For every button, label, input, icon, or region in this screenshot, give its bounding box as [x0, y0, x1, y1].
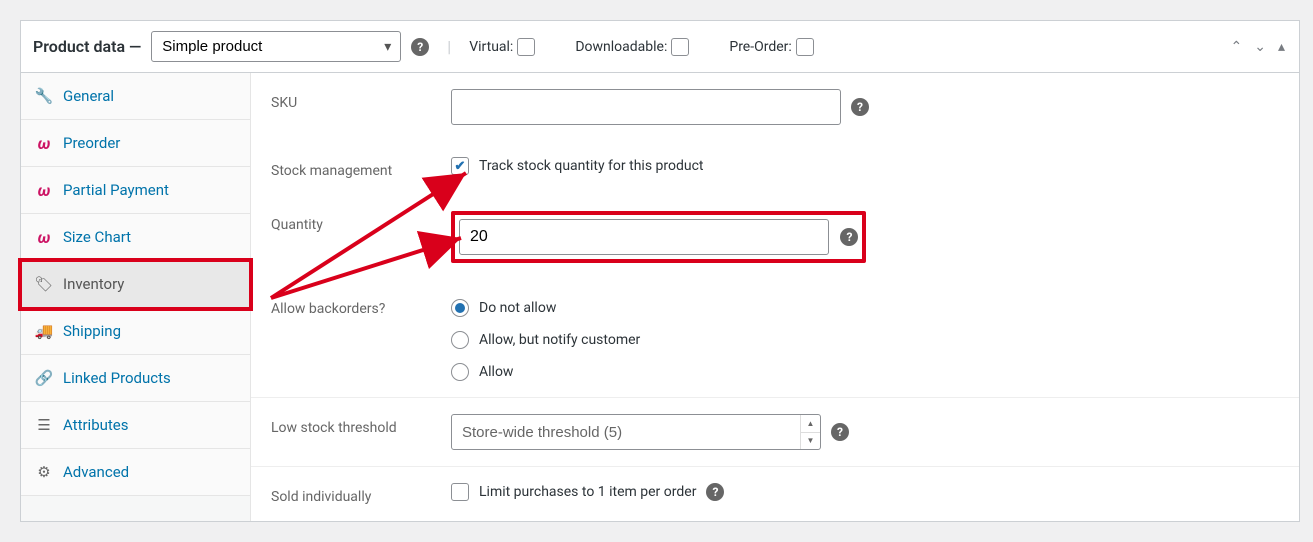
move-down-icon[interactable]: ⌄	[1252, 37, 1268, 57]
gear-icon: ⚙	[35, 463, 53, 481]
panel-header: Product data — Simple product ? | Virtua…	[21, 21, 1299, 73]
preorder-label: Pre-Order:	[729, 39, 791, 55]
brand-icon: ω	[35, 134, 53, 152]
tab-label: Partial Payment	[63, 181, 169, 199]
tab-linked-products[interactable]: 🔗 Linked Products	[21, 355, 250, 402]
tab-general[interactable]: 🔧 General	[21, 73, 250, 120]
tab-shipping[interactable]: 🚚 Shipping	[21, 308, 250, 355]
sold-indiv-label: Sold individually	[271, 483, 451, 505]
sold-indiv-checkbox[interactable]	[451, 483, 469, 501]
low-stock-input[interactable]	[451, 414, 821, 450]
tab-label: Inventory	[63, 275, 124, 293]
quantity-input[interactable]	[459, 219, 829, 255]
tab-label: Size Chart	[63, 228, 131, 246]
tabs-sidebar: 🔧 General ω Preorder ω Partial Payment ω…	[21, 73, 251, 521]
tag-icon: 🏷	[35, 275, 53, 293]
tab-label: General	[63, 87, 114, 105]
product-type-select[interactable]: Simple product	[151, 31, 401, 62]
help-icon[interactable]: ?	[411, 38, 429, 56]
quantity-highlight-box: ?	[451, 211, 866, 263]
brand-icon: ω	[35, 228, 53, 246]
help-icon[interactable]: ?	[706, 483, 724, 501]
tab-label: Shipping	[63, 322, 121, 340]
sold-indiv-text: Limit purchases to 1 item per order	[479, 484, 696, 500]
downloadable-label: Downloadable:	[575, 39, 667, 55]
list-icon: ☰	[35, 416, 53, 434]
sku-label: SKU	[271, 95, 297, 111]
tab-attributes[interactable]: ☰ Attributes	[21, 402, 250, 449]
collapse-icon[interactable]: ▴	[1276, 37, 1287, 57]
downloadable-checkbox[interactable]	[671, 38, 689, 56]
brand-icon: ω	[35, 181, 53, 199]
backorders-label: Allow backorders?	[271, 295, 451, 317]
move-up-icon[interactable]: ⌃	[1229, 37, 1245, 57]
low-stock-label: Low stock threshold	[271, 414, 451, 436]
backorder-option-do-not-allow[interactable]: Do not allow	[451, 299, 640, 317]
fields-area: SKU ? Stock management Track stock quant…	[251, 73, 1299, 521]
field-stock-management: Stock management Track stock quantity fo…	[251, 141, 1299, 195]
panel-title: Product data —	[33, 37, 141, 56]
truck-icon: 🚚	[35, 322, 53, 340]
spinner-up-icon[interactable]: ▲	[800, 415, 820, 433]
virtual-label: Virtual:	[469, 39, 513, 55]
tab-label: Attributes	[63, 416, 129, 434]
stock-mgmt-label: Stock management	[271, 157, 451, 179]
tab-label: Linked Products	[63, 369, 171, 387]
spinner-down-icon[interactable]: ▼	[800, 433, 820, 450]
help-icon[interactable]: ?	[851, 98, 869, 116]
tab-partial-payment[interactable]: ω Partial Payment	[21, 167, 250, 214]
radio-icon	[451, 299, 469, 317]
backorder-option-allow[interactable]: Allow	[451, 363, 640, 381]
radio-label: Do not allow	[479, 300, 556, 316]
tab-advanced[interactable]: ⚙ Advanced	[21, 449, 250, 496]
tab-preorder[interactable]: ω Preorder	[21, 120, 250, 167]
radio-label: Allow, but notify customer	[479, 332, 640, 348]
virtual-checkbox[interactable]	[517, 38, 535, 56]
separator: |	[439, 37, 459, 56]
wrench-icon: 🔧	[35, 87, 53, 105]
help-icon[interactable]: ?	[840, 228, 858, 246]
field-backorders: Allow backorders? Do not allow Allow, bu…	[251, 279, 1299, 398]
help-icon[interactable]: ?	[831, 423, 849, 441]
radio-icon	[451, 331, 469, 349]
tab-label: Advanced	[63, 463, 129, 481]
stock-mgmt-text: Track stock quantity for this product	[479, 158, 704, 174]
sku-input[interactable]	[451, 89, 841, 125]
field-low-stock: Low stock threshold ▲ ▼ ?	[251, 398, 1299, 467]
panel-body: 🔧 General ω Preorder ω Partial Payment ω…	[21, 73, 1299, 521]
tab-label: Preorder	[63, 134, 120, 152]
backorder-option-notify[interactable]: Allow, but notify customer	[451, 331, 640, 349]
radio-label: Allow	[479, 364, 513, 380]
preorder-checkbox[interactable]	[796, 38, 814, 56]
field-sku: SKU ?	[251, 73, 1299, 141]
tab-size-chart[interactable]: ω Size Chart	[21, 214, 250, 261]
stock-mgmt-checkbox[interactable]	[451, 157, 469, 175]
field-sold-individually: Sold individually Limit purchases to 1 i…	[251, 467, 1299, 521]
field-quantity: Quantity ?	[251, 195, 1299, 279]
link-icon: 🔗	[35, 369, 53, 387]
tab-inventory[interactable]: 🏷 Inventory	[21, 261, 250, 308]
radio-icon	[451, 363, 469, 381]
quantity-label: Quantity	[271, 211, 451, 233]
product-data-panel: Product data — Simple product ? | Virtua…	[20, 20, 1300, 522]
